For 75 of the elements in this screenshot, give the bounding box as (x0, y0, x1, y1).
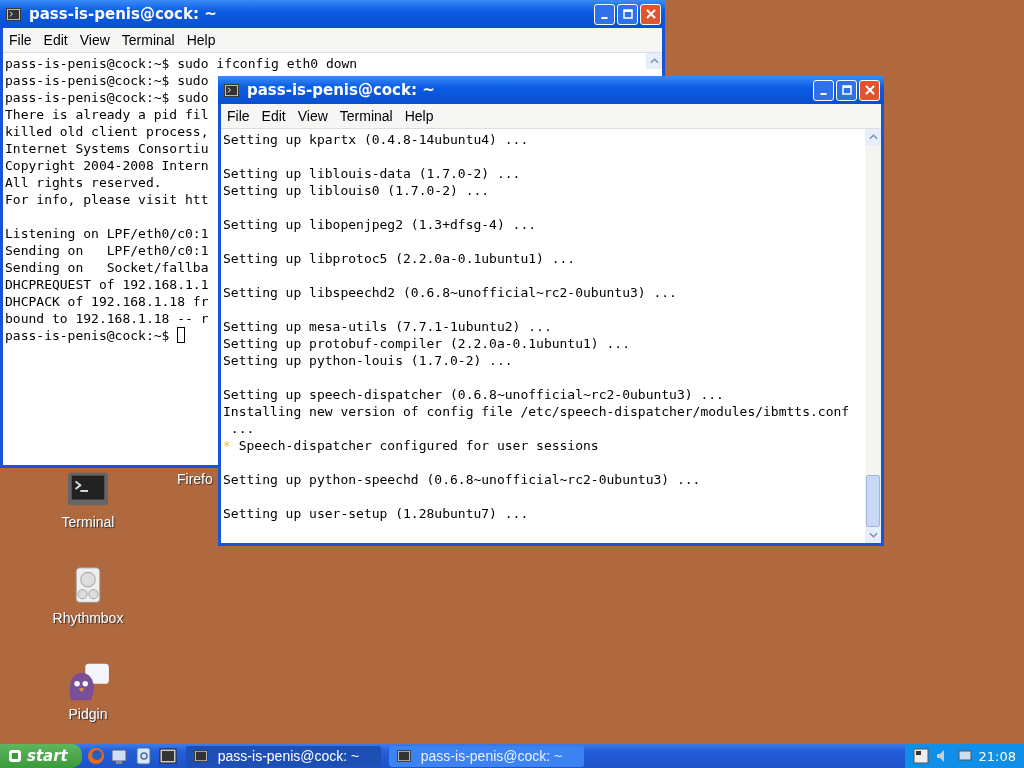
terminal-line: Internet Systems Consortiu (5, 140, 209, 157)
close-button[interactable] (640, 3, 661, 25)
maximize-button[interactable] (836, 79, 857, 101)
menu-item[interactable]: View (79, 32, 110, 48)
scroll-thumb[interactable] (866, 475, 880, 527)
desktop-icon-label[interactable]: Rhythmbox (52, 610, 124, 626)
minimize-button[interactable] (594, 3, 615, 25)
menu-item[interactable]: Edit (43, 32, 68, 48)
terminal-line: Setting up mesa-utils (7.7.1-1ubuntu2) ... (223, 318, 552, 335)
terminal-line: Copyright 2004-2008 Intern (5, 157, 209, 174)
maximize-icon (622, 9, 633, 19)
terminal-line: Setting up kpartx (0.4.8-14ubuntu4) ... (223, 131, 529, 148)
terminal-line: bound to 192.168.1.18 -- r (5, 310, 209, 327)
minimize-icon (601, 17, 608, 19)
menu-item[interactable]: File (9, 32, 32, 48)
terminal-line: Setting up user-setup (1.28ubuntu7) ... (223, 505, 529, 522)
taskbar-button[interactable]: pass-is-penis@cock: ~ (185, 745, 381, 767)
terminal-line: Setting up python-louis (1.7.0-2) ... (223, 352, 513, 369)
desktop-icon-label[interactable]: Firefo (177, 471, 213, 487)
menu-item[interactable]: File (227, 108, 250, 124)
terminal-line: Setting up libopenjpeg2 (1.3+dfsg-4) ... (223, 216, 537, 233)
close-icon (864, 85, 875, 95)
terminal-line: pass-is-penis@cock:~$ (5, 327, 171, 344)
menu-item[interactable]: Terminal (339, 108, 393, 124)
menu-item[interactable]: View (297, 108, 328, 124)
terminal-line: pass-is-penis@cock:~$ sudo (5, 89, 209, 106)
menu-item[interactable]: Edit (261, 108, 286, 124)
scroll-up-button[interactable] (646, 53, 662, 69)
terminal-line: Setting up libspeechd2 (0.6.8~unofficial~rc2-0ubuntu3) ... (223, 284, 677, 301)
terminal-icon (193, 750, 208, 762)
logo-icon (8, 749, 22, 763)
terminal-icon (6, 7, 21, 21)
menu-item[interactable]: Help (186, 32, 216, 48)
terminal-line: For info, please visit htt (5, 191, 209, 208)
terminal-line: ... (229, 420, 255, 437)
window-title: pass-is-penis@cock: ~ (29, 5, 218, 23)
terminal-line: Setting up protobuf-compiler (2.2.0a-0.1ubuntu1) ... (223, 335, 630, 352)
terminal-line: pass-is-penis@cock:~$ sudo (5, 72, 209, 89)
scroll-down-button[interactable] (865, 527, 881, 543)
terminal-icon[interactable] (157, 746, 178, 766)
maximize-button[interactable] (617, 3, 638, 25)
desktop-icon-label[interactable]: Pidgin (68, 706, 108, 722)
terminal-line: Sending on LPF/eth0/c0:1 (5, 242, 209, 259)
close-icon (645, 9, 656, 19)
network-icon[interactable] (912, 748, 929, 764)
terminal-line: Setting up python-speechd (0.6.8~unofficial~rc2-0ubuntu3) ... (223, 471, 701, 488)
terminal-line: DHCPREQUEST of 192.168.1.1 (5, 276, 209, 293)
document-icon[interactable] (133, 746, 154, 766)
terminal-line: Setting up libprotoc5 (2.2.0a-0.1ubuntu1) ... (223, 250, 576, 267)
terminal-line: Setting up speech-dispatcher (0.6.8~unofficial~rc2-0ubuntu3) ... (223, 386, 724, 403)
scroll-up-button[interactable] (865, 129, 881, 145)
close-button[interactable] (859, 79, 880, 101)
terminal-line: There is already a pid fil (5, 106, 209, 123)
terminal-line: Listening on LPF/eth0/c0:1 (5, 225, 209, 242)
window-title: pass-is-penis@cock: ~ (247, 81, 436, 99)
terminal-line: Sending on Socket/fallba (5, 259, 209, 276)
terminal-line: All rights reserved. (5, 174, 162, 191)
terminal-line: * Speech-dispatcher configured for user sessions (223, 437, 599, 454)
clock: 21:08 (978, 748, 1016, 764)
terminal-line: pass-is-penis@cock:~$ sudo ifconfig eth0 down (5, 55, 358, 72)
desktop-icon-label[interactable]: Terminal (61, 514, 115, 530)
terminal-line: Setting up liblouis-data (1.7.0-2) ... (223, 165, 521, 182)
monitor-icon[interactable] (956, 748, 973, 764)
terminal-line: DHCPACK of 192.168.1.18 fr (5, 293, 209, 310)
minimize-icon (820, 93, 827, 95)
terminal-icon (396, 750, 411, 762)
menu-item[interactable]: Terminal (121, 32, 175, 48)
maximize-icon (841, 85, 852, 95)
terminal-line: Setting up liblouis0 (1.7.0-2) ... (223, 182, 490, 199)
terminal-line: killed old client process, (5, 123, 209, 140)
minimize-button[interactable] (813, 79, 834, 101)
menu-item[interactable]: Help (404, 108, 434, 124)
terminal-line: Installing new version of config file /etc/speech-dispatcher/modules/ibmtts.conf (223, 403, 850, 420)
terminal-icon (224, 83, 239, 97)
computer-icon[interactable] (109, 746, 130, 766)
